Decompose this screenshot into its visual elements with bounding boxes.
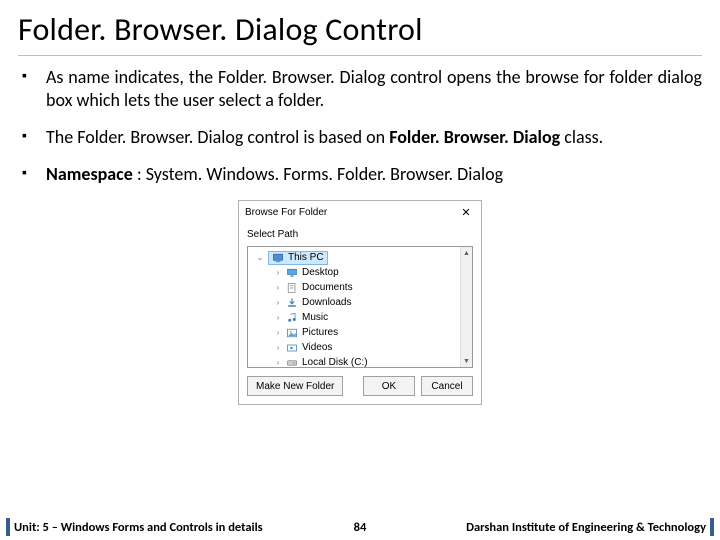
- scrollbar[interactable]: ▲ ▼: [460, 247, 472, 367]
- dialog-titlebar: Browse For Folder ✕: [239, 201, 481, 223]
- folder-tree[interactable]: ⌄ This PC › Desktop › Documents › Downloads…: [247, 246, 473, 368]
- pictures-icon: [286, 327, 298, 339]
- music-icon: [286, 312, 298, 324]
- chevron-right-icon[interactable]: ›: [274, 328, 282, 337]
- chevron-right-icon[interactable]: ›: [274, 283, 282, 292]
- bullet-text-bold: Namespace: [46, 163, 133, 185]
- bullet-text: The Folder. Browser. Dialog control is b…: [46, 126, 389, 148]
- bullet-text: As name indicates, the Folder. Browser. …: [46, 66, 702, 111]
- footer-left: Unit: 5 – Windows Forms and Controls in …: [6, 518, 263, 536]
- chevron-down-icon[interactable]: ⌄: [256, 253, 264, 262]
- tree-node-label: Videos: [302, 342, 332, 353]
- tree-node-label: Local Disk (C:): [302, 357, 368, 368]
- tree-node-label: Desktop: [302, 267, 339, 278]
- chevron-right-icon[interactable]: ›: [274, 268, 282, 277]
- dialog-label: Select Path: [247, 229, 473, 240]
- close-icon[interactable]: ✕: [457, 203, 475, 221]
- bullet-item: The Folder. Browser. Dialog control is b…: [46, 126, 702, 149]
- disk-icon: [286, 357, 298, 369]
- bullet-text-bold: Folder. Browser. Dialog: [389, 126, 560, 148]
- computer-icon: [272, 252, 284, 264]
- tree-node-label: Downloads: [302, 297, 351, 308]
- cancel-button[interactable]: Cancel: [421, 376, 473, 396]
- make-new-folder-button[interactable]: Make New Folder: [247, 376, 343, 396]
- videos-icon: [286, 342, 298, 354]
- chevron-right-icon[interactable]: ›: [274, 343, 282, 352]
- page-number: 84: [354, 520, 367, 535]
- downloads-icon: [286, 297, 298, 309]
- scroll-up-icon[interactable]: ▲: [461, 247, 472, 259]
- tree-node-label: Pictures: [302, 327, 338, 338]
- divider: [18, 55, 702, 56]
- dialog-title-text: Browse For Folder: [245, 207, 327, 218]
- bullet-text: class.: [560, 126, 603, 148]
- chevron-right-icon[interactable]: ›: [274, 358, 282, 367]
- footer: Unit: 5 – Windows Forms and Controls in …: [0, 514, 720, 540]
- tree-node-label: This PC: [288, 252, 324, 263]
- scroll-down-icon[interactable]: ▼: [461, 355, 472, 367]
- ok-button[interactable]: OK: [363, 376, 415, 396]
- tree-node-label: Music: [302, 312, 328, 323]
- chevron-right-icon[interactable]: ›: [274, 313, 282, 322]
- tree-node-selected[interactable]: This PC: [268, 251, 328, 265]
- documents-icon: [286, 282, 298, 294]
- desktop-icon: [286, 267, 298, 279]
- folder-browser-dialog: Browse For Folder ✕ Select Path ⌄ This P…: [238, 200, 482, 405]
- bullet-text: : System. Windows. Forms. Folder. Browse…: [133, 163, 503, 185]
- bullet-item: As name indicates, the Folder. Browser. …: [46, 66, 702, 112]
- bullet-item: Namespace : System. Windows. Forms. Fold…: [46, 163, 702, 186]
- chevron-right-icon[interactable]: ›: [274, 298, 282, 307]
- page-title: Folder. Browser. Dialog Control: [18, 10, 702, 49]
- bullet-list: As name indicates, the Folder. Browser. …: [18, 66, 702, 186]
- tree-node-label: Documents: [302, 282, 353, 293]
- footer-right: Darshan Institute of Engineering & Techn…: [466, 518, 714, 536]
